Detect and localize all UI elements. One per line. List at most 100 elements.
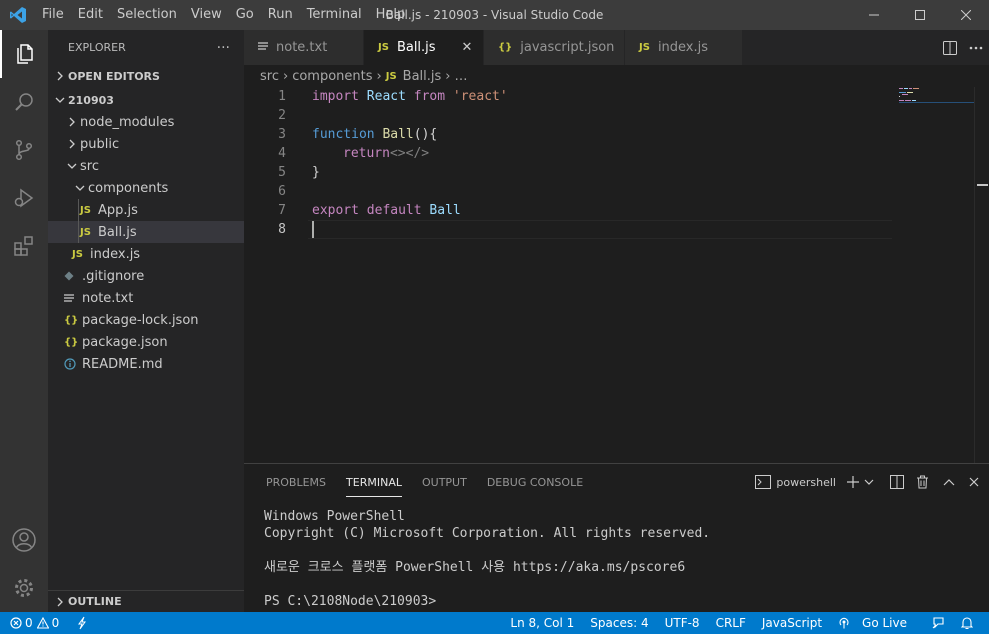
line-ending[interactable]: CRLF: [716, 616, 746, 630]
explorer-more-actions-button[interactable]: ···: [217, 40, 230, 56]
go-live-button[interactable]: Go Live: [838, 616, 915, 630]
breadcrumb-src[interactable]: src: [260, 69, 279, 84]
menu-run[interactable]: Run: [261, 0, 300, 30]
tree-item-index-js[interactable]: JS index.js: [48, 243, 244, 265]
status-left: 0 0: [0, 616, 87, 630]
menu-edit[interactable]: Edit: [71, 0, 110, 30]
tab-terminal[interactable]: TERMINAL: [336, 464, 412, 500]
code-text: import React from 'react': [312, 89, 508, 104]
cursor-position[interactable]: Ln 8, Col 1: [510, 616, 574, 630]
code-line: 3 function Ball(){: [244, 125, 894, 144]
tree-item-package-json[interactable]: {} package.json: [48, 331, 244, 353]
tree-item-readme-md[interactable]: README.md: [48, 353, 244, 375]
chevron-right-icon: ›: [445, 68, 451, 84]
panel-actions: powershell: [745, 464, 979, 500]
code-line: 8: [244, 220, 894, 239]
language-mode[interactable]: JavaScript: [762, 616, 822, 630]
tab-label: note.txt: [276, 40, 328, 55]
menu-bar: File Edit Selection View Go Run Terminal…: [35, 0, 412, 30]
code-editor[interactable]: 1 import React from 'react' 2 3 function…: [244, 87, 989, 463]
tree-item-src[interactable]: src: [48, 155, 244, 177]
tree-item-gitignore[interactable]: .gitignore: [48, 265, 244, 287]
terminal-line: Copyright (C) Microsoft Corporation. All…: [264, 526, 711, 541]
more-actions-icon[interactable]: [963, 46, 989, 50]
status-bar: 0 0 Ln 8, Col 1 Spaces: 4 UTF-8 CRLF Jav…: [0, 612, 989, 634]
tree-item-label: src: [80, 158, 99, 174]
tree-item-label: public: [80, 136, 120, 152]
tab-note-txt[interactable]: note.txt: [244, 30, 364, 65]
new-terminal-icon[interactable]: [846, 475, 860, 489]
tab-index-js[interactable]: JS index.js: [625, 30, 743, 65]
tree-item-label: package-lock.json: [82, 312, 199, 328]
close-panel-icon[interactable]: [969, 477, 979, 487]
breadcrumb-components[interactable]: components: [292, 69, 372, 84]
tab-output[interactable]: OUTPUT: [412, 464, 477, 500]
tree-item-package-lock-json[interactable]: {} package-lock.json: [48, 309, 244, 331]
terminal-output[interactable]: Windows PowerShell Copyright (C) Microsof…: [264, 508, 710, 610]
tab-ball-js[interactable]: JS Ball.js ✕: [364, 30, 484, 65]
breadcrumb-symbol[interactable]: …: [455, 69, 468, 84]
minimize-button[interactable]: [851, 0, 897, 30]
menu-selection[interactable]: Selection: [110, 0, 184, 30]
menu-go[interactable]: Go: [229, 0, 261, 30]
lightning-icon[interactable]: [77, 616, 87, 630]
menu-view[interactable]: View: [184, 0, 229, 30]
search-icon[interactable]: [0, 78, 48, 126]
code-line: 5 }: [244, 163, 894, 182]
maximize-button[interactable]: [897, 0, 943, 30]
open-editors-section[interactable]: OPEN EDITORS: [48, 65, 244, 87]
open-editors-label: OPEN EDITORS: [68, 69, 160, 83]
split-terminal-icon[interactable]: [890, 475, 904, 489]
trash-icon[interactable]: [916, 475, 929, 489]
warning-icon: [36, 617, 49, 629]
terminal-line: 새로운 크로스 플랫폼 PowerShell 사용 https://aka.ms…: [264, 560, 686, 575]
problems-status[interactable]: 0 0: [10, 616, 59, 630]
error-count: 0: [25, 616, 33, 630]
accounts-icon[interactable]: [0, 516, 48, 564]
tab-problems[interactable]: PROBLEMS: [256, 464, 336, 500]
explorer-header: EXPLORER ···: [48, 30, 244, 65]
outline-section[interactable]: OUTLINE: [48, 590, 244, 612]
encoding[interactable]: UTF-8: [665, 616, 700, 630]
workspace-root-section[interactable]: 210903: [48, 89, 244, 111]
text-cursor: [312, 221, 314, 238]
bottom-panel: PROBLEMS TERMINAL OUTPUT DEBUG CONSOLE p…: [244, 463, 989, 612]
chevron-down-icon[interactable]: [864, 478, 874, 486]
maximize-panel-icon[interactable]: [943, 478, 955, 486]
terminal-selector[interactable]: powershell: [755, 475, 836, 489]
tree-item-note-txt[interactable]: note.txt: [48, 287, 244, 309]
chevron-right-icon: ›: [282, 68, 289, 84]
notifications-bell-icon[interactable]: [961, 616, 973, 630]
javascript-file-icon: JS: [72, 248, 83, 260]
editor-scrollbar[interactable]: [974, 87, 989, 463]
manage-gear-icon[interactable]: [0, 564, 48, 612]
tab-debug-console[interactable]: DEBUG CONSOLE: [477, 464, 593, 500]
file-tree: node_modules public src components JS Ap…: [48, 111, 244, 375]
explorer-icon[interactable]: [0, 30, 48, 78]
text-file-icon: [258, 41, 268, 54]
close-window-button[interactable]: [943, 0, 989, 30]
chevron-down-icon: [64, 162, 80, 170]
run-debug-icon[interactable]: [0, 174, 48, 222]
tree-item-public[interactable]: public: [48, 133, 244, 155]
terminal-shell-name: powershell: [776, 475, 836, 489]
minimap[interactable]: [899, 87, 974, 463]
split-editor-icon[interactable]: [937, 40, 963, 55]
indentation[interactable]: Spaces: 4: [590, 616, 648, 630]
tab-javascript-json[interactable]: {} javascript.json: [484, 30, 625, 65]
extensions-icon[interactable]: [0, 222, 48, 270]
line-number: 3: [278, 127, 286, 142]
breadcrumb-ball-js[interactable]: Ball.js: [403, 69, 442, 84]
tree-item-node-modules[interactable]: node_modules: [48, 111, 244, 133]
close-tab-icon[interactable]: ✕: [459, 40, 475, 55]
window-controls: [851, 0, 989, 30]
tree-item-label: Ball.js: [98, 224, 137, 240]
source-control-icon[interactable]: [0, 126, 48, 174]
menu-file[interactable]: File: [35, 0, 71, 30]
menu-help[interactable]: Help: [369, 0, 413, 30]
feedback-icon[interactable]: [931, 616, 945, 630]
tree-item-components[interactable]: components: [48, 177, 244, 199]
tab-label: Ball.js: [396, 40, 436, 55]
menu-terminal[interactable]: Terminal: [300, 0, 369, 30]
explorer-sidebar: EXPLORER ··· OPEN EDITORS 210903 node_mo…: [48, 30, 244, 612]
